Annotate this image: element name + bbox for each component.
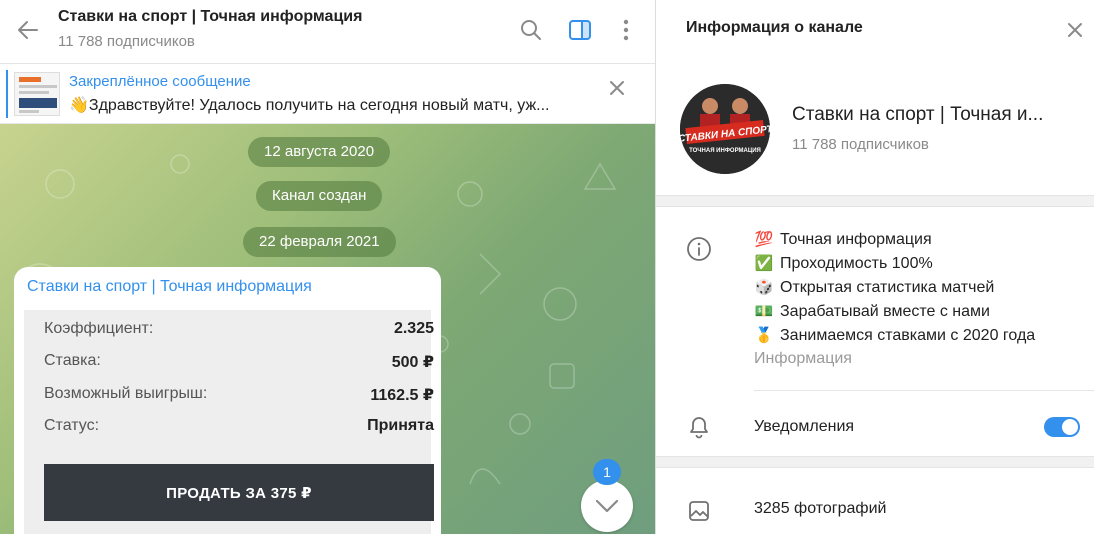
search-icon	[521, 20, 541, 40]
more-menu-button[interactable]	[610, 14, 642, 46]
channel-name: Ставки на спорт | Точная и...	[792, 104, 1044, 125]
channel-avatar[interactable]: СТАВКИ НА СПОРТ ТОЧНАЯ ИНФОРМАЦИЯ	[680, 84, 770, 174]
description-line: 🎲 Открытая статистика матчей	[754, 279, 995, 296]
bet-label: Возможный выигрыш:	[44, 385, 208, 402]
check-mark-icon: ✅	[754, 255, 774, 272]
channel-description: 💯 Точная информация ✅ Проходимость 100% 🎲 О…	[754, 228, 1036, 348]
pinned-text: 👋Здравствуйте! Удалось получить на сегод…	[69, 97, 550, 114]
close-info-button[interactable]	[1059, 14, 1091, 46]
description-line: 💯 Точная информация	[754, 231, 932, 248]
money-icon: 💵	[754, 303, 774, 320]
chat-header: Ставки на спорт | Точная информация 11 7…	[0, 0, 655, 64]
notifications-toggle[interactable]	[1044, 417, 1080, 437]
message-channel-name[interactable]: Ставки на спорт | Точная информация	[27, 278, 312, 296]
chat-subscribers-count: 11 788 подписчиков	[58, 33, 195, 50]
bet-image-card[interactable]: Коэффициент: 2.325 Ставка: 500 ₽ Возможн…	[24, 310, 434, 534]
section-divider	[656, 195, 1094, 207]
bet-value: 2.325	[393, 320, 434, 337]
bet-value: 1162.5 ₽	[370, 387, 434, 404]
sell-bet-button: ПРОДАТЬ ЗА 375 ₽	[44, 464, 434, 521]
chat-area: Ставки на спорт | Точная информация 11 7…	[0, 0, 655, 534]
bet-label: Коэффициент:	[44, 320, 154, 337]
bell-icon	[687, 414, 711, 445]
bet-label: Статус:	[44, 417, 100, 434]
description-label: Информация	[754, 350, 852, 367]
description-line: 🥇 Занимаемся ставками с 2020 года	[754, 327, 1036, 344]
pinned-message-bar[interactable]: Закреплённое сообщение 👋Здравствуйте! Уд…	[0, 64, 655, 124]
notifications-label: Уведомления	[754, 418, 855, 435]
close-icon	[1068, 23, 1082, 37]
channel-subscribers-count: 11 788 подписчиков	[792, 136, 929, 153]
svg-text:ТОЧНАЯ ИНФОРМАЦИЯ: ТОЧНАЯ ИНФОРМАЦИЯ	[689, 148, 761, 154]
bet-value: 500 ₽	[391, 354, 434, 371]
service-message: Канал создан	[256, 181, 383, 211]
channel-info-panel: Информация о канале СТАВКИ НА СПОРТ ТОЧН…	[655, 0, 1094, 534]
sidebar-icon	[569, 20, 591, 40]
section-divider	[656, 456, 1094, 468]
divider	[754, 390, 1094, 391]
close-pinned-button[interactable]	[609, 80, 625, 101]
medal-icon: 🥇	[754, 327, 774, 344]
back-button[interactable]	[12, 14, 44, 46]
scroll-to-bottom-button[interactable]	[581, 480, 633, 532]
wave-icon: 👋	[69, 97, 89, 114]
date-separator: 12 августа 2020	[248, 137, 391, 167]
chat-title[interactable]: Ставки на спорт | Точная информация	[58, 8, 362, 26]
pinned-thumbnail	[14, 72, 60, 116]
arrow-left-icon	[18, 21, 38, 39]
info-icon	[686, 236, 712, 267]
date-separator: 22 февраля 2021	[243, 227, 396, 257]
info-panel-title: Информация о канале	[686, 19, 863, 36]
bet-value: Принята	[367, 417, 434, 434]
pinned-title: Закреплённое сообщение	[69, 73, 251, 90]
chevron-down-icon	[595, 499, 619, 513]
description-line: ✅ Проходимость 100%	[754, 255, 933, 272]
unread-count-badge: 1	[593, 459, 621, 485]
toggle-sidebar-button[interactable]	[564, 14, 596, 46]
photo-icon	[688, 500, 710, 527]
photos-count-link[interactable]: 3285 фотографий	[754, 500, 886, 518]
hundred-points-icon: 💯	[754, 231, 774, 248]
message-bubble: Ставки на спорт | Точная информация Коэф…	[14, 267, 441, 534]
description-line: 💵 Зарабатывай вместе с нами	[754, 303, 990, 320]
dice-icon: 🎲	[754, 279, 774, 296]
close-icon	[610, 81, 624, 95]
pinned-indicator	[6, 70, 8, 118]
toggle-knob	[1062, 419, 1078, 435]
search-button[interactable]	[515, 14, 547, 46]
bet-label: Ставка:	[44, 352, 101, 369]
more-vertical-icon	[623, 19, 629, 41]
